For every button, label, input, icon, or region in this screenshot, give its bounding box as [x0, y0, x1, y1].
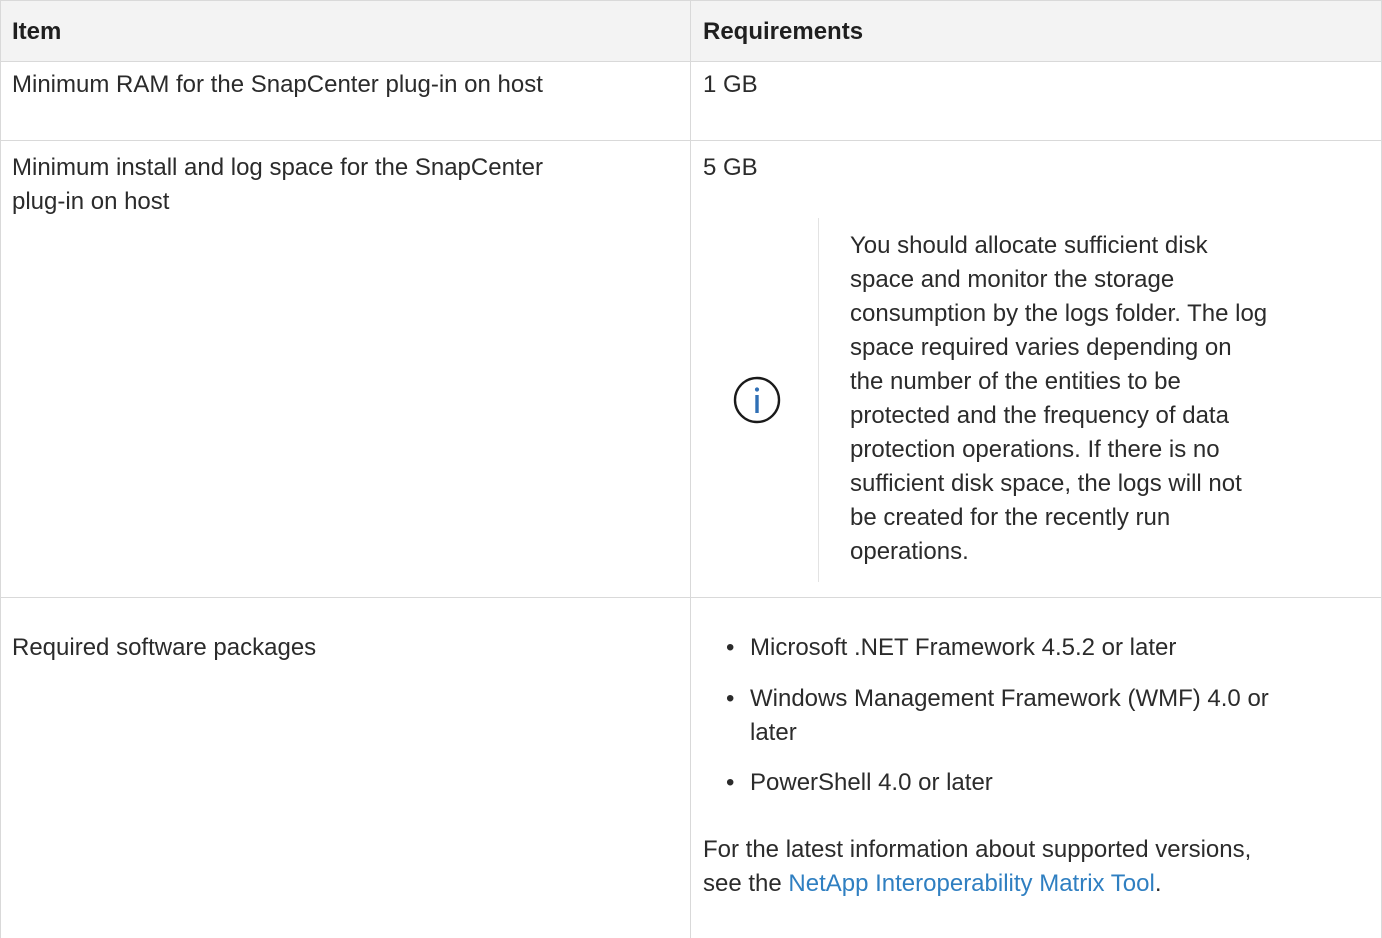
note-divider [818, 218, 819, 582]
note-line: the number of the entities to be [850, 368, 1181, 395]
interoperability-matrix-link[interactable]: NetApp Interoperability Matrix Tool [788, 870, 1154, 897]
row-item: Minimum RAM for the SnapCenter plug-in o… [12, 71, 543, 98]
column-header-requirements: Requirements [703, 18, 864, 45]
note-line: be created for the recently run [850, 504, 1171, 531]
package-text: Microsoft .NET Framework 4.5.2 or later [750, 634, 1177, 661]
note-line: operations. [850, 538, 969, 565]
footer-text: For the latest information about support… [703, 836, 1252, 863]
footer-text-line2: see the NetApp Interoperability Matrix T… [703, 867, 1161, 901]
package-text: later [750, 719, 797, 746]
note-line: protection operations. If there is no [850, 436, 1220, 463]
package-text: PowerShell 4.0 or later [750, 769, 993, 796]
column-header-item: Item [12, 18, 62, 45]
note-line: protected and the frequency of data [850, 402, 1229, 429]
footer-suffix: . [1154, 870, 1162, 897]
list-item-continuation: later [723, 716, 1269, 750]
list-item: Microsoft .NET Framework 4.5.2 or later [723, 631, 1176, 665]
row-item-line: Minimum install and log space for the Sn… [12, 154, 543, 181]
note-line: space required varies depending on [850, 334, 1232, 361]
table-border-top [0, 0, 1382, 1]
package-list: PowerShell 4.0 or later [723, 766, 993, 800]
row-divider [0, 140, 1382, 141]
list-item: Windows Management Framework (WMF) 4.0 o… [723, 682, 1269, 716]
note-line: consumption by the logs folder. The log [850, 300, 1268, 327]
table-header [0, 0, 1382, 61]
note-line: You should allocate sufficient disk [850, 232, 1208, 259]
row-divider [0, 61, 1382, 62]
package-text: Windows Management Framework (WMF) 4.0 o… [750, 685, 1269, 712]
row-requirement: 1 GB [703, 71, 758, 98]
list-item: PowerShell 4.0 or later [723, 766, 993, 800]
package-list: Windows Management Framework (WMF) 4.0 o… [723, 682, 1269, 750]
footer-prefix: see the [703, 870, 789, 897]
row-requirement: 5 GB [703, 154, 758, 181]
row-divider [0, 597, 1382, 598]
info-icon [733, 376, 781, 424]
note-line: sufficient disk space, the logs will not [850, 470, 1242, 497]
package-list: Microsoft .NET Framework 4.5.2 or later [723, 631, 1176, 665]
note-line: space and monitor the storage [850, 266, 1175, 293]
row-item: Required software packages [12, 634, 317, 661]
row-item-line: plug-in on host [12, 188, 170, 215]
